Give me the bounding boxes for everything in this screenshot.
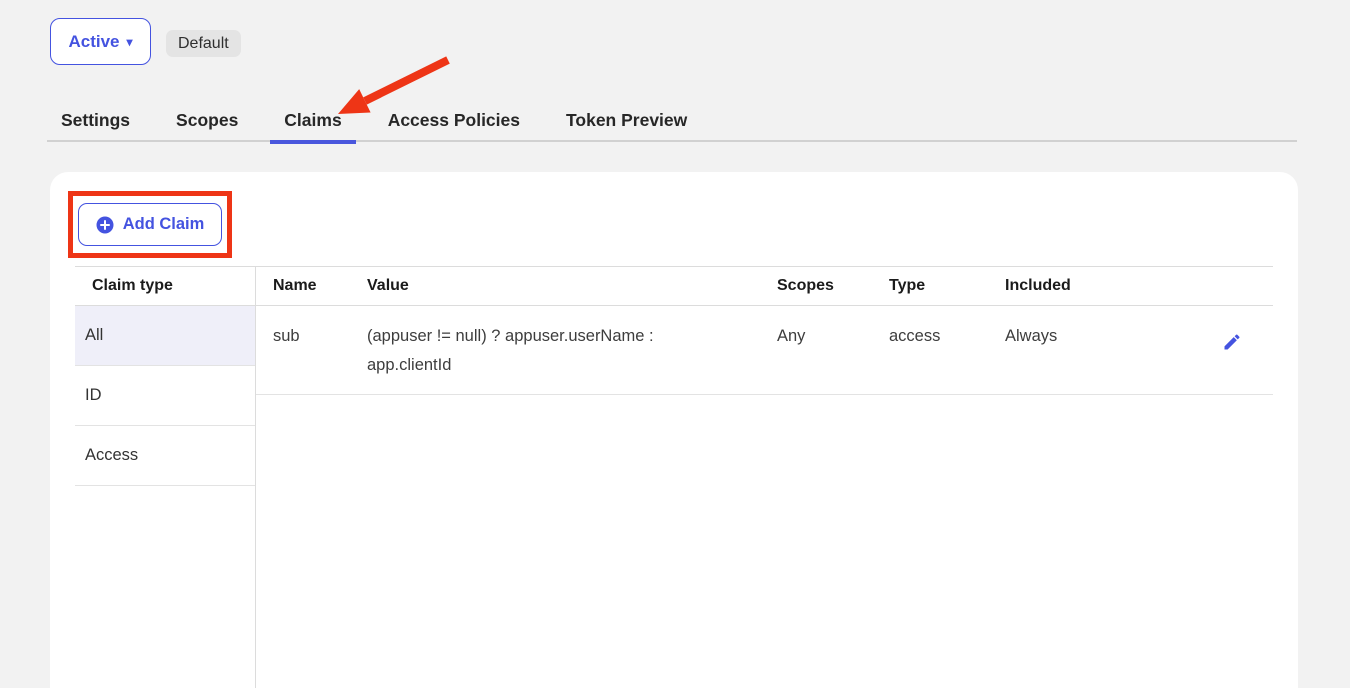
column-header-scopes: Scopes	[760, 266, 872, 305]
tab-claims[interactable]: Claims	[270, 99, 355, 142]
claim-name: sub	[256, 306, 350, 394]
edit-claim-button[interactable]	[1222, 332, 1242, 352]
claims-card: Add Claim Claim type All ID Access Name …	[50, 172, 1298, 688]
active-status-label: Active	[68, 32, 119, 52]
claim-included: Always	[988, 306, 1185, 394]
claim-scopes: Any	[760, 306, 872, 394]
claims-table-header: Name Value Scopes Type Included	[256, 266, 1273, 306]
tab-settings[interactable]: Settings	[47, 99, 144, 142]
claim-actions	[1185, 306, 1273, 394]
column-header-name: Name	[256, 266, 350, 305]
tab-token-preview[interactable]: Token Preview	[552, 99, 701, 142]
claim-type-item-id[interactable]: ID	[75, 366, 255, 426]
active-status-dropdown[interactable]: Active ▾	[50, 18, 151, 65]
claim-type-item-all[interactable]: All	[75, 306, 255, 366]
token-claims-page: Active ▾ Default Settings Scopes Claims …	[0, 0, 1350, 688]
claim-type-sidebar: Claim type All ID Access	[75, 266, 256, 688]
edit-pencil-icon	[1222, 332, 1242, 352]
column-header-type: Type	[872, 266, 988, 305]
claim-type-value: access	[872, 306, 988, 394]
claim-value-text: (appuser != null) ? appuser.userName : a…	[367, 322, 697, 380]
plus-circle-icon	[96, 216, 114, 234]
claims-table: Name Value Scopes Type Included sub (app…	[256, 266, 1273, 395]
claim-type-header: Claim type	[75, 266, 255, 306]
add-claim-button[interactable]: Add Claim	[78, 203, 222, 246]
claim-value: (appuser != null) ? appuser.userName : a…	[350, 306, 760, 394]
tab-bar: Settings Scopes Claims Access Policies T…	[47, 99, 1297, 142]
default-badge: Default	[166, 30, 241, 57]
claim-type-item-access[interactable]: Access	[75, 426, 255, 486]
caret-down-icon: ▾	[127, 36, 133, 48]
tab-scopes[interactable]: Scopes	[162, 99, 252, 142]
tab-access-policies[interactable]: Access Policies	[374, 99, 534, 142]
column-header-included: Included	[988, 266, 1185, 305]
column-header-actions	[1185, 266, 1273, 305]
add-claim-label: Add Claim	[123, 215, 205, 234]
claim-row-sub: sub (appuser != null) ? appuser.userName…	[256, 306, 1273, 395]
column-header-value: Value	[350, 266, 760, 305]
